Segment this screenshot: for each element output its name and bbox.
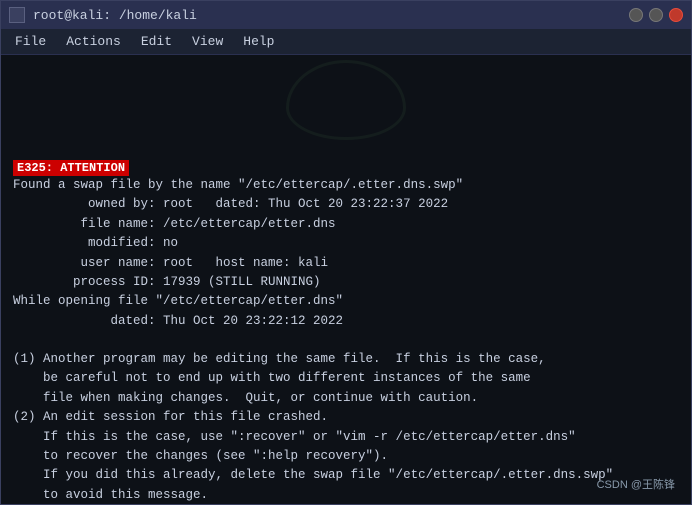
terminal-content: E325: ATTENTION Found a swap file by the…: [13, 63, 679, 504]
attention-badge: E325: ATTENTION: [13, 160, 129, 176]
attention-line: E325: ATTENTION: [13, 158, 679, 176]
menu-view[interactable]: View: [184, 32, 231, 51]
terminal-window: root@kali: /home/kali File Actions Edit …: [0, 0, 692, 505]
terminal-line: While opening file "/etc/ettercap/etter.…: [13, 292, 679, 311]
terminal-line: owned by: root dated: Thu Oct 20 23:22:3…: [13, 195, 679, 214]
terminal-line: (2) An edit session for this file crashe…: [13, 408, 679, 427]
terminal-line: to recover the changes (see ":help recov…: [13, 447, 679, 466]
menu-edit[interactable]: Edit: [133, 32, 180, 51]
window-controls: [629, 8, 683, 22]
terminal-line: process ID: 17939 (STILL RUNNING): [13, 273, 679, 292]
menu-bar: File Actions Edit View Help: [1, 29, 691, 55]
maximize-button[interactable]: [649, 8, 663, 22]
terminal-line: If you did this already, delete the swap…: [13, 466, 679, 485]
terminal-line: Found a swap file by the name "/etc/ette…: [13, 176, 679, 195]
terminal-line: to avoid this message.: [13, 486, 679, 504]
terminal-line: user name: root host name: kali: [13, 254, 679, 273]
menu-actions[interactable]: Actions: [58, 32, 129, 51]
terminal-line: dated: Thu Oct 20 23:22:12 2022: [13, 312, 679, 331]
terminal-line: If this is the case, use ":recover" or "…: [13, 428, 679, 447]
terminal-line: file name: /etc/ettercap/etter.dns: [13, 215, 679, 234]
empty-line: [13, 331, 679, 350]
terminal-line: (1) Another program may be editing the s…: [13, 350, 679, 369]
title-bar: root@kali: /home/kali: [1, 1, 691, 29]
close-button[interactable]: [669, 8, 683, 22]
window-icon: [9, 7, 25, 23]
menu-file[interactable]: File: [7, 32, 54, 51]
terminal-line: modified: no: [13, 234, 679, 253]
terminal-line: be careful not to end up with two differ…: [13, 369, 679, 388]
minimize-button[interactable]: [629, 8, 643, 22]
window-title: root@kali: /home/kali: [33, 8, 197, 23]
menu-help[interactable]: Help: [235, 32, 282, 51]
terminal-line: file when making changes. Quit, or conti…: [13, 389, 679, 408]
title-bar-left: root@kali: /home/kali: [9, 7, 197, 23]
terminal-area[interactable]: E325: ATTENTION Found a swap file by the…: [1, 55, 691, 504]
